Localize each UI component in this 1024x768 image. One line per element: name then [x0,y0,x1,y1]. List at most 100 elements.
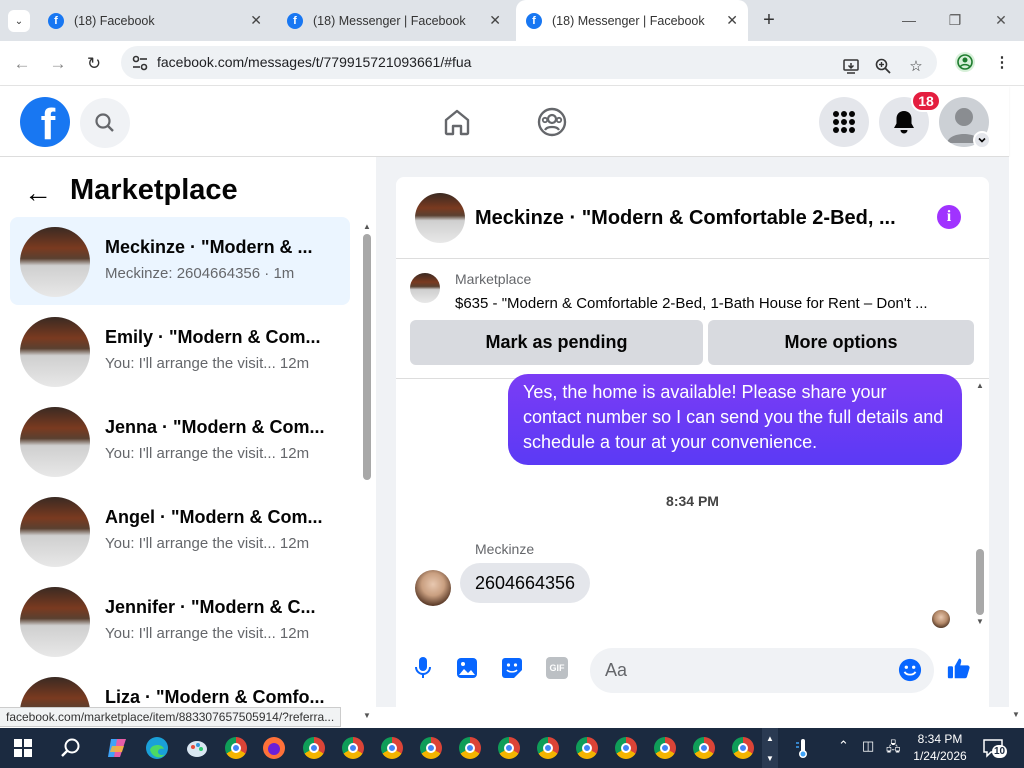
back-arrow-icon[interactable]: ← [24,177,52,209]
conversation-item[interactable]: Meckinze · "Modern & ... Meckinze: 26046… [10,217,350,305]
back-button[interactable]: ← [9,51,35,77]
chrome-profile-icon[interactable] [297,732,331,764]
home-nav-button[interactable] [436,102,478,142]
site-settings-icon[interactable] [131,54,149,72]
tab-title: (18) Messenger | Facebook [313,13,466,28]
chrome-taskbar-icon[interactable] [219,732,253,764]
chat-listing-avatar[interactable] [415,193,465,243]
chrome-profile-icon[interactable] [531,732,565,764]
search-button[interactable] [80,98,130,148]
conversation-item[interactable]: Jenna · "Modern & Com... You: I'll arran… [10,397,350,485]
conversation-item[interactable]: Emily · "Modern & Com... You: I'll arran… [10,307,350,395]
forward-button[interactable]: → [45,51,71,77]
microphone-icon[interactable] [411,656,435,680]
network-icon[interactable]: 🖧 [886,738,901,760]
scrollbar-thumb[interactable] [976,549,984,615]
copilot-icon[interactable] [100,732,134,764]
profile-account-icon[interactable] [953,51,977,73]
sticker-icon[interactable] [500,656,524,680]
chrome-profile-icon[interactable] [648,732,682,764]
chrome-profile-icon[interactable] [375,732,409,764]
close-tab-icon[interactable]: ✕ [726,12,738,29]
chrome-profile-icon[interactable] [726,732,760,764]
message-composer: GIF Aa [396,638,989,707]
message-input[interactable]: Aa [590,648,934,693]
reload-button[interactable]: ↻ [81,51,107,77]
facebook-logo-icon[interactable]: f [20,97,70,147]
zoom-icon[interactable] [871,55,895,77]
emoji-icon[interactable] [898,658,922,682]
sender-avatar[interactable] [415,570,451,606]
close-tab-icon[interactable]: ✕ [489,12,501,29]
gif-icon[interactable]: GIF [545,656,569,680]
conversation-name: Liza · "Modern & Comfo... [105,687,325,707]
chat-scrollbar[interactable]: ▲ ▼ [975,381,985,631]
taskbar-search-icon[interactable] [54,732,88,764]
conversation-name: Jennifer · "Modern & C... [105,597,316,617]
home-icon [444,109,470,136]
scroll-down-arrow-icon[interactable]: ▼ [976,617,984,626]
chrome-profile-icon[interactable] [414,732,448,764]
conversation-list-scrollbar[interactable]: ▲ ▼ [362,222,372,720]
groups-nav-button[interactable] [531,102,573,142]
scrollbar-thumb[interactable] [363,234,371,480]
browser-tab-3-active[interactable]: f (18) Messenger | Facebook ✕ [516,0,748,41]
bell-icon [894,111,914,134]
listing-thumbnail [20,227,90,297]
scroll-up-arrow-icon[interactable]: ▲ [363,222,371,231]
scroll-down-arrow-icon[interactable]: ▼ [363,711,371,720]
minimize-button[interactable]: — [894,8,924,32]
system-clock[interactable]: 8:34 PM 1/24/2026 [905,731,975,765]
chat-title[interactable]: Meckinze · "Modern & Comfortable 2-Bed, … [475,207,896,230]
conversation-preview: You: I'll arrange the visit... 12m [105,355,310,372]
chrome-profile-icon[interactable] [609,732,643,764]
paint-app-icon[interactable] [180,732,214,764]
panel-title: Marketplace [70,174,238,206]
conversation-item[interactable]: Angel · "Modern & Com... You: I'll arran… [10,487,350,575]
facebook-favicon-icon: f [48,12,64,29]
mark-as-pending-button[interactable]: Mark as pending [410,320,703,365]
browser-tab-1[interactable]: f (18) Facebook ✕ [38,0,272,41]
read-receipt-avatar [932,610,950,628]
conversation-item[interactable]: Jennifer · "Modern & C... You: I'll arra… [10,577,350,665]
firefox-icon[interactable] [257,732,291,764]
edge-browser-icon[interactable] [140,732,174,764]
taskbar-overflow-arrows-icon[interactable]: ▲ ▼ [762,728,778,768]
more-options-button[interactable]: More options [708,320,974,365]
menu-grid-button[interactable] [819,97,869,147]
address-bar[interactable]: facebook.com/messages/t/779915721093661/… [121,46,937,79]
close-tab-icon[interactable]: ✕ [250,12,262,29]
listing-thumbnail [20,317,90,387]
bookmark-star-icon[interactable]: ☆ [904,55,928,77]
chrome-profile-icon[interactable] [336,732,370,764]
meet-now-icon[interactable]: ◫ [862,738,874,754]
chrome-profile-icon[interactable] [453,732,487,764]
tab-title: (18) Facebook [74,13,155,28]
new-tab-button[interactable]: + [758,8,780,32]
scroll-up-arrow-icon[interactable]: ▲ [976,381,984,390]
account-chevron-down-icon[interactable] [973,131,991,149]
browser-tab-2[interactable]: f (18) Messenger | Facebook ✕ [277,0,511,41]
show-hidden-icons-chevron-icon[interactable]: ⌃ [838,738,849,754]
windows-start-icon[interactable] [6,732,40,764]
chrome-profile-icon[interactable] [570,732,604,764]
window-close-button[interactable]: ✕ [986,8,1016,32]
page-scrollbar[interactable]: ▼ [1009,157,1024,728]
restore-button[interactable]: ❐ [940,8,970,32]
conversation-preview: You: I'll arrange the visit... 12m [105,625,310,642]
tab-search-button[interactable]: ⌄ [8,10,30,32]
photo-icon[interactable] [455,656,479,680]
marketplace-listing-bar: Marketplace $635 - "Modern & Comfortable… [396,259,989,379]
listing-title[interactable]: $635 - "Modern & Comfortable 2-Bed, 1-Ba… [455,295,975,312]
browser-menu-icon[interactable]: ⋮ [990,51,1014,73]
like-thumbs-up-icon[interactable] [947,656,971,680]
listing-thumbnail[interactable] [410,273,440,303]
chrome-profile-icon[interactable] [492,732,526,764]
conversation-item[interactable]: Liza · "Modern & Comfo... [10,667,350,707]
page-scroll-down-arrow-icon[interactable]: ▼ [1012,710,1020,719]
chrome-profile-icon[interactable] [687,732,721,764]
install-app-icon[interactable] [839,55,863,77]
info-icon[interactable]: i [937,205,961,229]
notification-center-icon[interactable]: 10 [982,737,1008,759]
weather-temperature-icon[interactable] [786,732,820,764]
